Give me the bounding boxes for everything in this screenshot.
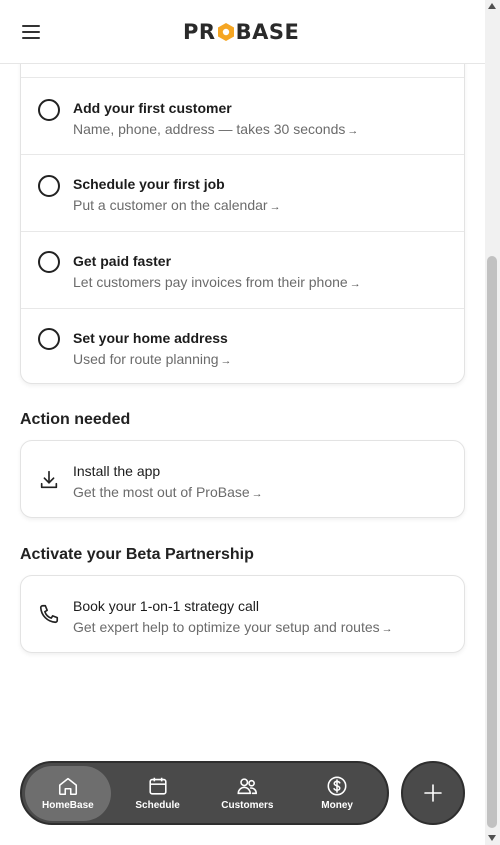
plus-icon: [424, 784, 442, 802]
nav-item-schedule[interactable]: Schedule: [115, 766, 201, 821]
logo-hexagon-icon: [217, 22, 235, 42]
checklist-item-subtitle: Put a customer on the calendar →: [73, 197, 281, 213]
calendar-icon: [149, 777, 167, 795]
scroll-up-arrow-icon[interactable]: [488, 3, 496, 9]
top-header: PR BASE: [0, 0, 485, 64]
checklist-item-title: Get paid faster: [73, 253, 172, 269]
checkbox-circle-icon[interactable]: [38, 328, 60, 350]
strategy-call-title: Book your 1-on-1 strategy call: [73, 598, 259, 614]
arrow-right-icon: →: [347, 125, 359, 137]
checklist-item-subtitle: Used for route planning →: [73, 351, 232, 367]
home-icon: [58, 777, 77, 796]
nav-label: Schedule: [135, 800, 180, 811]
checklist-item-title: Schedule your first job: [73, 176, 225, 192]
beta-partnership-heading: Activate your Beta Partnership: [20, 546, 254, 563]
install-app-title: Install the app: [73, 463, 161, 479]
logo-text-left: PR: [183, 20, 216, 44]
nav-label: Customers: [221, 800, 274, 811]
arrow-right-icon: →: [349, 278, 361, 290]
nav-item-customers[interactable]: Customers: [205, 766, 291, 821]
install-app-subtitle: Get the most out of ProBase →: [73, 484, 263, 500]
scrollbar-thumb[interactable]: [487, 256, 497, 828]
download-icon: [40, 470, 58, 489]
bottom-nav-bar: HomeBase Schedule Customers Money: [20, 761, 389, 825]
dollar-icon: [327, 776, 347, 796]
add-fab-button[interactable]: [401, 761, 465, 825]
onboarding-checklist-card: Add your first customer Name, phone, add…: [20, 34, 465, 384]
app-screen: PR BASE Add your first customer Name, ph…: [0, 0, 485, 845]
arrow-right-icon: →: [381, 623, 393, 635]
strategy-call-card[interactable]: Book your 1-on-1 strategy call Get exper…: [20, 575, 465, 653]
checkbox-circle-icon[interactable]: [38, 99, 60, 121]
checklist-item-subtitle: Let customers pay invoices from their ph…: [73, 274, 361, 290]
checklist-item-add-customer[interactable]: Add your first customer Name, phone, add…: [21, 77, 464, 154]
probase-logo[interactable]: PR BASE: [183, 20, 299, 44]
nav-label: HomeBase: [42, 800, 94, 811]
checkbox-circle-icon[interactable]: [38, 175, 60, 197]
scroll-down-arrow-icon[interactable]: [488, 835, 496, 841]
checklist-item-get-paid[interactable]: Get paid faster Let customers pay invoic…: [21, 231, 464, 308]
checklist-item-schedule-job[interactable]: Schedule your first job Put a customer o…: [21, 154, 464, 231]
users-icon: [237, 778, 258, 795]
arrow-right-icon: →: [251, 488, 263, 500]
nav-item-money[interactable]: Money: [294, 766, 380, 821]
hamburger-menu-icon[interactable]: [18, 20, 46, 44]
logo-text-right: BASE: [235, 20, 300, 44]
action-needed-heading: Action needed: [20, 411, 131, 428]
checkbox-circle-icon[interactable]: [38, 251, 60, 273]
phone-icon: [39, 604, 59, 624]
checklist-item-home-address[interactable]: Set your home address Used for route pla…: [21, 308, 464, 383]
install-app-card[interactable]: Install the app Get the most out of ProB…: [20, 440, 465, 518]
checklist-item-title: Set your home address: [73, 330, 228, 346]
nav-label: Money: [321, 800, 353, 811]
checklist-item-title: Add your first customer: [73, 100, 232, 116]
arrow-right-icon: →: [269, 201, 281, 213]
arrow-right-icon: →: [220, 355, 232, 367]
nav-item-homebase[interactable]: HomeBase: [25, 765, 111, 821]
strategy-call-subtitle: Get expert help to optimize your setup a…: [73, 619, 393, 635]
checklist-item-subtitle: Name, phone, address — takes 30 seconds →: [73, 121, 359, 137]
vertical-scrollbar[interactable]: [485, 0, 500, 845]
